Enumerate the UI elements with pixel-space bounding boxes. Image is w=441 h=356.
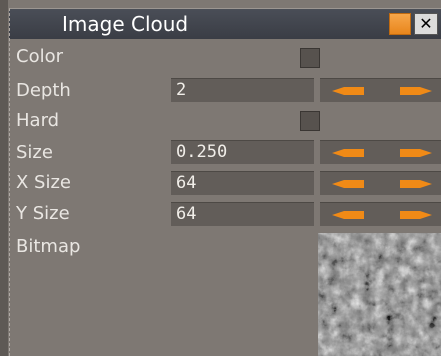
hard-checkbox[interactable] — [300, 111, 320, 131]
arrow-right-icon[interactable] — [400, 87, 432, 95]
close-icon: ✕ — [419, 14, 433, 33]
image-cloud-panel: Image Cloud ✕ Color Depth 2 Hard Size 0.… — [0, 0, 441, 356]
y-size-label: Y Size — [16, 203, 70, 224]
window-title: Image Cloud — [62, 12, 189, 36]
depth-field[interactable]: 2 — [171, 78, 314, 102]
size-stepper — [320, 140, 441, 164]
bitmap-label: Bitmap — [16, 236, 81, 257]
left-edge — [0, 0, 8, 356]
color-swatch[interactable] — [300, 48, 320, 68]
arrow-left-icon[interactable] — [332, 211, 364, 219]
x-size-label: X Size — [16, 172, 72, 193]
close-button[interactable]: ✕ — [414, 13, 438, 35]
x-size-stepper — [320, 171, 441, 195]
size-stepper-icons — [332, 149, 432, 157]
size-field[interactable]: 0.250 — [171, 140, 314, 164]
hard-label: Hard — [16, 110, 60, 131]
arrow-left-icon[interactable] — [332, 87, 364, 95]
x-size-field[interactable]: 64 — [171, 171, 314, 195]
cloud-bitmap-preview[interactable] — [318, 233, 441, 356]
depth-stepper — [320, 78, 441, 102]
depth-stepper-icons — [332, 87, 432, 95]
y-size-stepper-icons — [332, 211, 432, 219]
title-bar[interactable]: Image Cloud — [9, 9, 441, 39]
arrow-right-icon[interactable] — [400, 149, 432, 157]
arrow-right-icon[interactable] — [400, 211, 432, 219]
y-size-stepper — [320, 202, 441, 226]
cloud-texture — [318, 233, 441, 356]
color-label: Color — [16, 46, 63, 67]
depth-label: Depth — [16, 80, 71, 101]
arrow-left-icon[interactable] — [332, 180, 364, 188]
arrow-right-icon[interactable] — [400, 180, 432, 188]
minimize-button[interactable] — [389, 13, 411, 35]
size-label: Size — [16, 142, 53, 163]
arrow-left-icon[interactable] — [332, 149, 364, 157]
y-size-field[interactable]: 64 — [171, 202, 314, 226]
x-size-stepper-icons — [332, 180, 432, 188]
